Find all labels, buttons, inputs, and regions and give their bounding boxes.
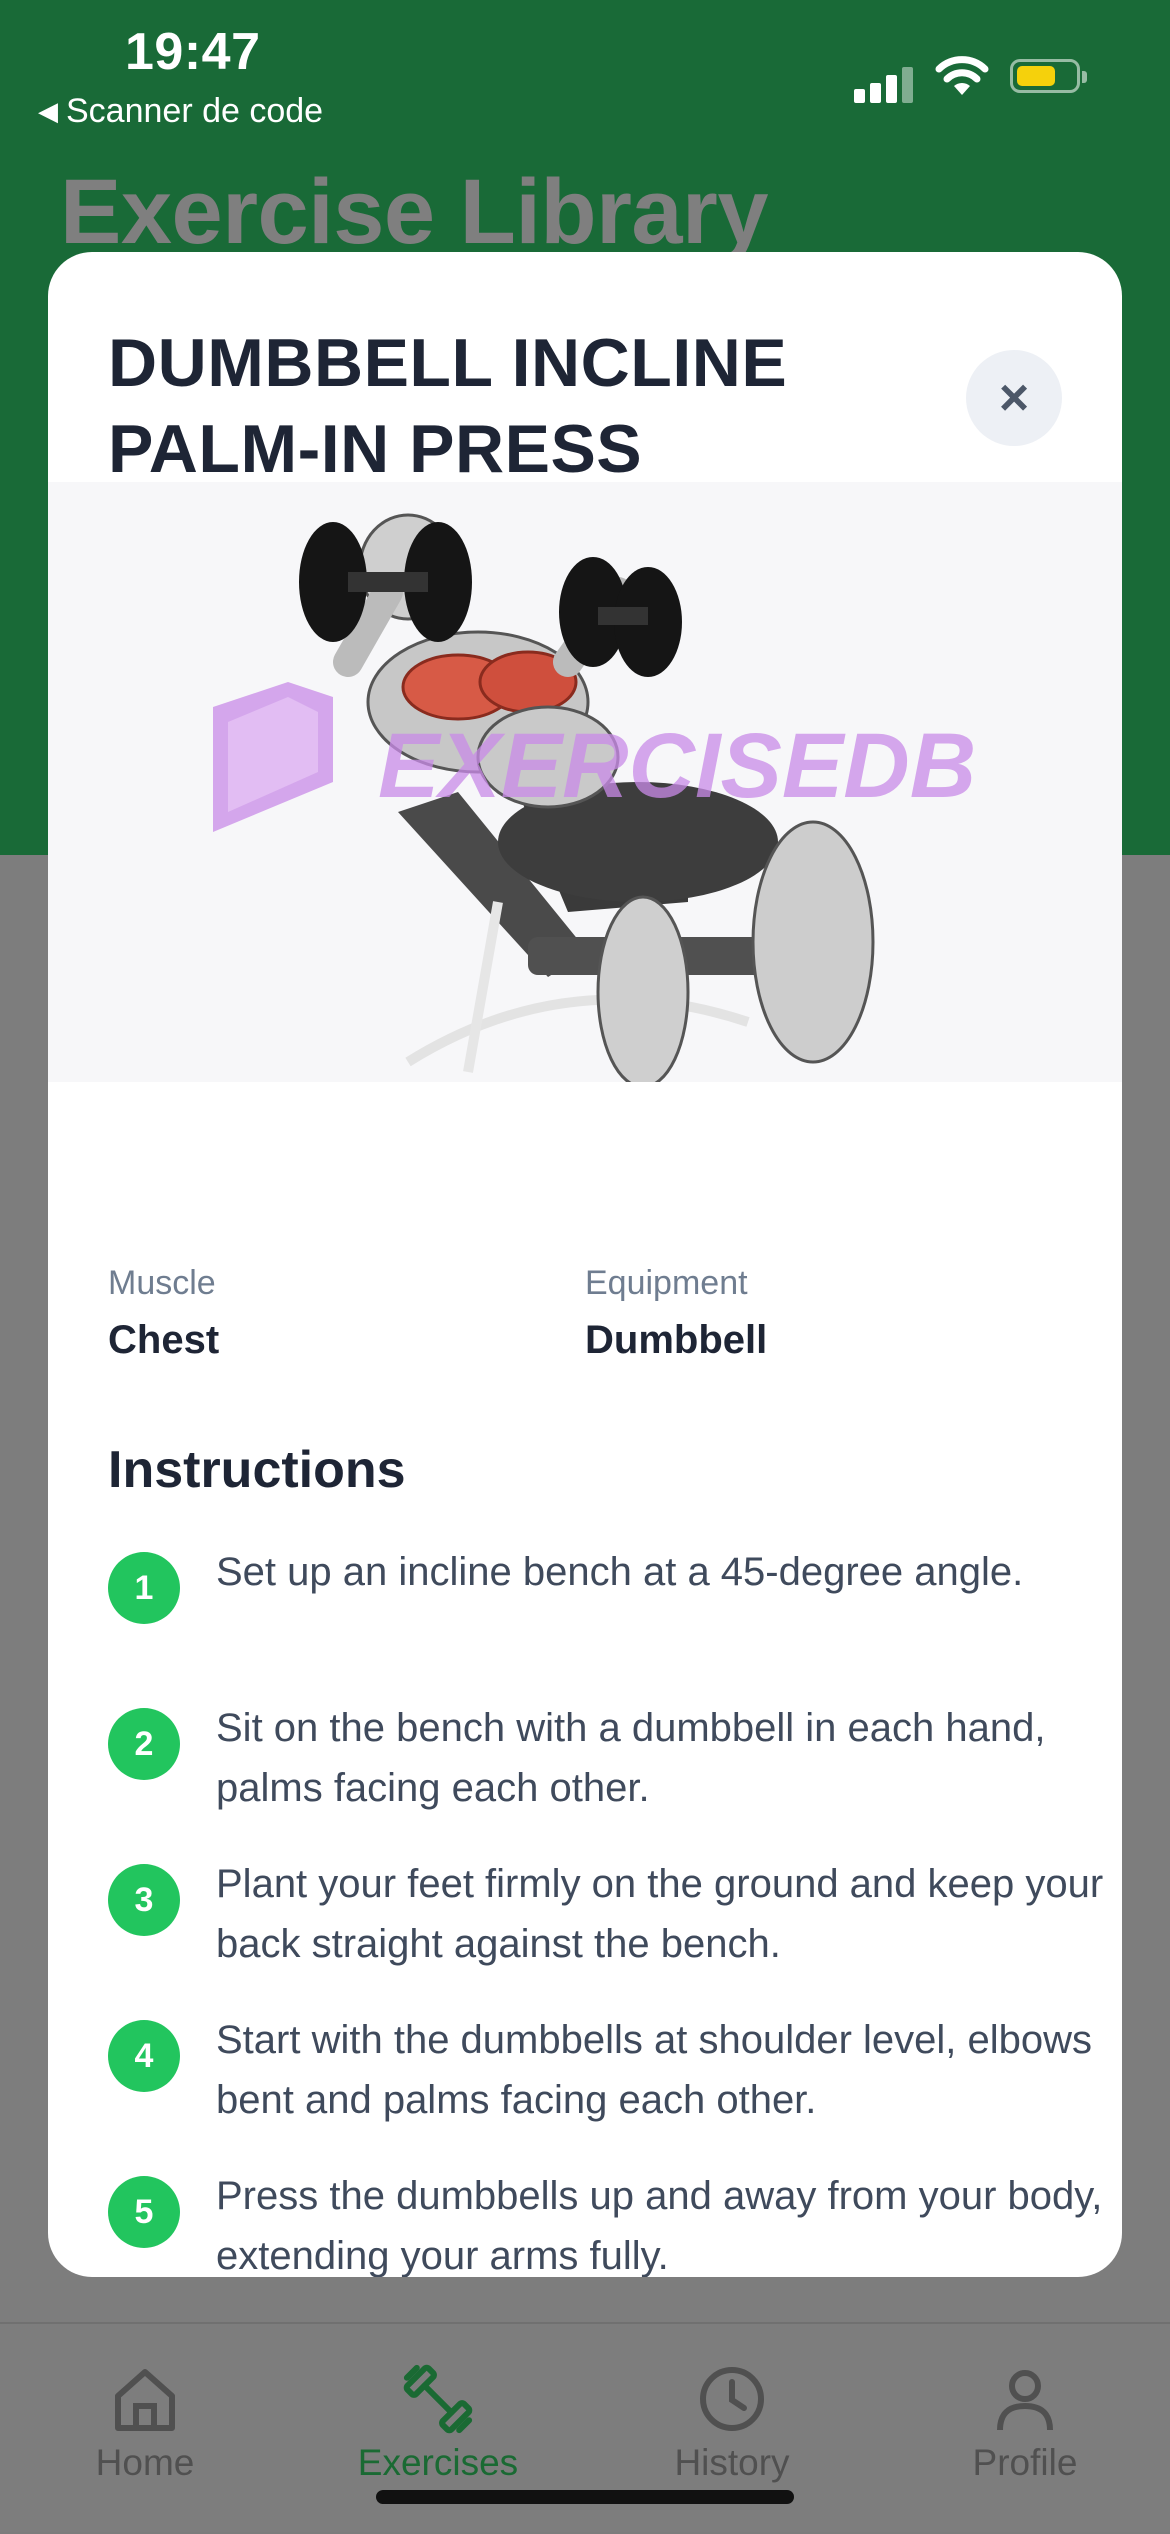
back-app-label: Scanner de code [66,92,324,130]
tab-label-home: Home [95,2442,195,2483]
close-icon: × [998,369,1030,427]
equipment-value: Dumbbell [585,1318,768,1362]
step-number-badge: 3 [108,1864,180,1936]
instruction-step: 5 Press the dumbbells up and away from y… [108,2166,1108,2277]
step-text: Set up an incline bench at a 45-degree a… [216,1550,1024,1594]
close-button[interactable]: × [966,350,1062,446]
home-indicator [376,2490,794,2504]
battery-icon [1010,59,1087,93]
instruction-step: 2 Sit on the bench with a dumbbell in ea… [108,1698,1108,1838]
instruction-step: 3 Plant your feet firmly on the ground a… [108,1854,1108,1994]
muscle-label: Muscle [108,1264,216,1302]
tab-label-profile: Profile [972,2442,1078,2483]
home-icon [115,2369,175,2431]
instruction-step: 4 Start with the dumbbells at shoulder l… [108,2010,1108,2150]
step-number-badge: 5 [108,2176,180,2248]
step-number-badge: 1 [108,1552,180,1624]
back-triangle-icon: ◀ [38,96,58,126]
step-text: Start with the dumbbells at shoulder lev… [216,2018,1093,2122]
step-number-badge: 4 [108,2020,180,2092]
tab-label-exercises: Exercises [357,2442,519,2483]
status-icons [852,55,1092,103]
muscle-value: Chest [108,1318,220,1362]
step-number-badge: 2 [108,1708,180,1780]
exercise-image: EXERCISEDB [48,482,1122,1082]
instruction-step: 1 Set up an incline bench at a 45-degree… [108,1542,1108,1682]
step-text: Sit on the bench with a dumbbell in each… [216,1706,1046,1810]
step-text: Plant your feet firmly on the ground and… [216,1862,1104,1966]
tab-exercises[interactable]: Exercises [318,2364,558,2504]
dumbbell-icon [403,2364,473,2434]
exercise-title: DUMBBELL INCLINE PALM-IN PRESS [108,320,928,492]
tab-history[interactable]: History [612,2364,852,2504]
exercise-title-line1: DUMBBELL INCLINE [108,325,788,401]
wifi-icon [935,56,989,95]
back-to-app-link[interactable]: ◀ Scanner de code [38,92,323,131]
clock-icon [700,2367,764,2431]
tab-label-history: History [674,2442,790,2483]
watermark-logo: EXERCISEDB [213,682,976,832]
exercise-detail-modal: DUMBBELL INCLINE PALM-IN PRESS × EXERCIS… [48,252,1122,2277]
watermark-text: EXERCISEDB [378,715,976,817]
status-time: 19:47 [125,23,261,81]
equipment-label: Equipment [585,1264,748,1302]
instructions-title: Instructions [108,1441,406,1499]
tab-profile[interactable]: Profile [905,2364,1145,2504]
step-text: Press the dumbbells up and away from you… [216,2174,1103,2277]
tab-home[interactable]: Home [25,2364,265,2504]
exercise-title-line2: PALM-IN PRESS [108,411,643,487]
person-icon [997,2370,1053,2431]
page-title: Exercise Library [60,161,769,263]
